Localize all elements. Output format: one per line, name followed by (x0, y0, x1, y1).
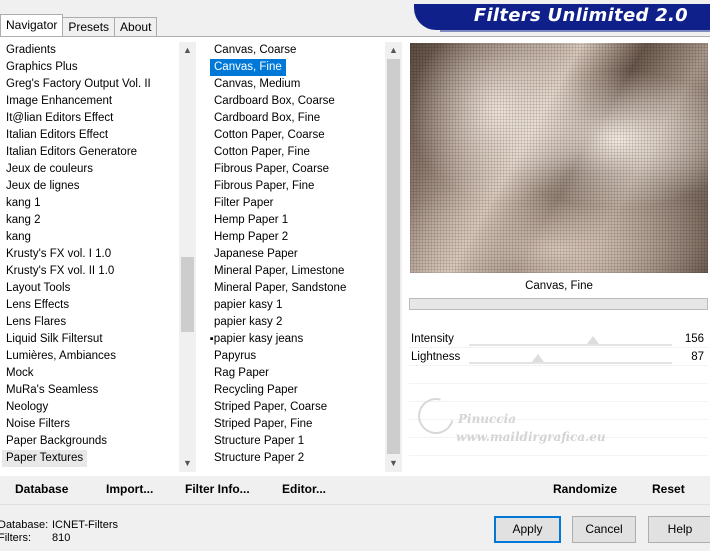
brand-title: Filters Unlimited 2.0 (473, 5, 688, 26)
filter-item[interactable]: Cardboard Box, Coarse (210, 93, 335, 110)
status-filters-value: 810 (52, 532, 71, 544)
slider-label: Lightness (411, 351, 461, 363)
filter-item[interactable]: papier kasy 2 (210, 314, 282, 331)
filter-item[interactable]: Fibrous Paper, Coarse (210, 161, 329, 178)
filter-item[interactable]: Mineral Paper, Limestone (210, 263, 344, 280)
category-item[interactable]: kang (2, 229, 31, 246)
filter-list[interactable]: Canvas, Coarse Canvas, Fine Canvas, Medium… (210, 42, 384, 468)
preview-caption: Canvas, Fine (525, 280, 593, 292)
watermark: Pinuccia www.maildirgrafica.eu (411, 391, 626, 452)
filter-item[interactable]: Recycling Paper (210, 382, 298, 399)
randomize-button[interactable]: Randomize (553, 482, 617, 496)
cancel-button[interactable]: Cancel (572, 516, 636, 543)
help-button[interactable]: Help (648, 516, 710, 543)
category-item[interactable]: Graphics Plus (2, 59, 78, 76)
category-item[interactable]: Layout Tools (2, 280, 70, 297)
filter-item[interactable]: papier kasy 1 (210, 297, 282, 314)
category-list[interactable]: Gradients Graphics Plus Greg's Factory Out… (2, 42, 178, 468)
preview-image[interactable] (410, 43, 708, 273)
slider-value: 156 (684, 333, 704, 345)
slider-knob-icon[interactable] (532, 354, 545, 362)
scroll-down-icon[interactable]: ▼ (385, 455, 402, 472)
watermark-logo-icon (411, 391, 461, 441)
filter-item[interactable]: Structure Paper 2 (210, 450, 304, 467)
progress-bar (409, 298, 708, 310)
filter-item[interactable]: Striped Paper, Coarse (210, 399, 327, 416)
status-filters-label: Filters: (0, 532, 31, 544)
filter-item[interactable]: Papyrus (210, 348, 256, 365)
tab-presets[interactable]: Presets (62, 17, 116, 36)
filter-item[interactable]: Striped Paper, Fine (210, 416, 312, 433)
category-item[interactable]: Mock (2, 365, 33, 382)
filter-item[interactable]: Fibrous Paper, Fine (210, 178, 314, 195)
filter-item[interactable]: papier kasy jeans (214, 331, 304, 348)
category-item[interactable]: Liquid Silk Filtersut (2, 331, 103, 348)
filter-item[interactable]: Canvas, Coarse (210, 42, 296, 59)
tab-navigator[interactable]: Navigator (0, 14, 64, 36)
category-item[interactable]: Neology (2, 399, 48, 416)
scroll-up-icon[interactable]: ▲ (179, 42, 196, 59)
filter-scrollbar[interactable]: ▲ ▼ (385, 42, 402, 472)
apply-button[interactable]: Apply (494, 516, 561, 543)
database-button[interactable]: Database (15, 482, 68, 496)
category-item[interactable]: Italian Editors Generatore (2, 144, 137, 161)
tab-about[interactable]: About (114, 17, 158, 36)
filter-scroll-thumb[interactable] (387, 59, 400, 454)
import-button[interactable]: Import... (106, 482, 153, 496)
category-item[interactable]: Lens Flares (2, 314, 66, 331)
category-item[interactable]: kang 2 (2, 212, 41, 229)
status-database-label: Database: (0, 519, 49, 531)
filter-item[interactable]: Cardboard Box, Fine (210, 110, 320, 127)
category-scrollbar[interactable]: ▲ ▼ (179, 42, 196, 472)
filter-item[interactable]: Canvas, Medium (210, 76, 300, 93)
filter-item[interactable]: Cotton Paper, Coarse (210, 127, 325, 144)
category-item[interactable]: Gradients (2, 42, 56, 59)
filter-item[interactable]: Japanese Paper (210, 246, 298, 263)
category-scroll-thumb[interactable] (181, 257, 194, 332)
category-item[interactable]: Italian Editors Effect (2, 127, 108, 144)
slider-knob-icon[interactable] (587, 336, 600, 344)
category-item[interactable]: Image Enhancement (2, 93, 112, 110)
slider-value: 87 (691, 351, 704, 363)
filter-item[interactable]: Hemp Paper 1 (210, 212, 288, 229)
filter-item-label: papier kasy jeans (213, 333, 304, 345)
filter-item[interactable]: Cotton Paper, Fine (210, 144, 310, 161)
slider-intensity[interactable]: Intensity 156 (409, 330, 708, 348)
scroll-down-icon[interactable]: ▼ (179, 455, 196, 472)
category-item[interactable]: kang 1 (2, 195, 41, 212)
category-item[interactable]: Jeux de couleurs (2, 161, 93, 178)
filter-item[interactable]: Filter Paper (210, 195, 273, 212)
slider-track[interactable] (469, 336, 672, 346)
category-item[interactable]: Noise Filters (2, 416, 70, 433)
slider-lightness[interactable]: Lightness 87 (409, 348, 708, 366)
category-item[interactable]: Krusty's FX vol. II 1.0 (2, 263, 114, 280)
filter-info-button[interactable]: Filter Info... (185, 482, 250, 496)
reset-button[interactable]: Reset (652, 482, 685, 496)
category-item[interactable]: Lens Effects (2, 297, 69, 314)
category-item[interactable]: Paper Backgrounds (2, 433, 107, 450)
category-item[interactable]: Lumières, Ambiances (2, 348, 116, 365)
slider-label: Intensity (411, 333, 454, 345)
category-item[interactable]: Krusty's FX vol. I 1.0 (2, 246, 111, 263)
category-item[interactable]: Paper Textures (2, 450, 88, 467)
watermark-line1: Pinuccia (458, 412, 516, 426)
category-item[interactable]: It@lian Editors Effect (2, 110, 113, 127)
filter-item[interactable]: Hemp Paper 2 (210, 229, 288, 246)
filter-item[interactable]: Canvas, Fine (210, 59, 286, 76)
filter-item[interactable]: Mineral Paper, Sandstone (210, 280, 346, 297)
watermark-line2: www.maildirgrafica.eu (456, 430, 606, 444)
status-database-value: ICNET-Filters (52, 519, 118, 531)
brand-banner: Filters Unlimited 2.0 (414, 4, 710, 30)
brand-underline (440, 30, 710, 32)
editor-button[interactable]: Editor... (282, 482, 326, 496)
filter-item[interactable]: Rag Paper (210, 365, 269, 382)
scroll-up-icon[interactable]: ▲ (385, 42, 402, 59)
category-item[interactable]: Greg's Factory Output Vol. II (2, 76, 151, 93)
category-item[interactable]: Jeux de lignes (2, 178, 80, 195)
slider-track[interactable] (469, 354, 672, 364)
tab-strip: Navigator Presets About (0, 14, 158, 36)
category-item[interactable]: MuRa's Seamless (2, 382, 98, 399)
filter-item[interactable]: Structure Paper 1 (210, 433, 304, 450)
